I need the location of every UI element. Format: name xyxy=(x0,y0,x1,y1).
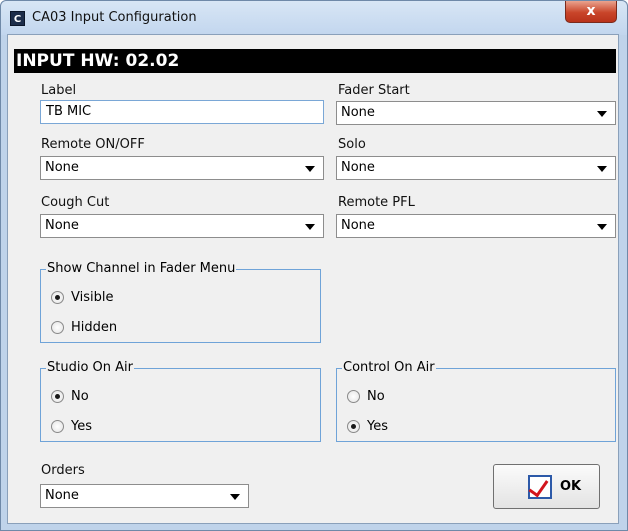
show-channel-title: Show Channel in Fader Menu xyxy=(46,261,237,277)
cough-cut-select[interactable]: None xyxy=(40,214,324,238)
show-channel-group: Show Channel in Fader Menu Visible Hidde… xyxy=(40,261,321,343)
radio-button-icon[interactable] xyxy=(51,321,64,334)
radio-control-no-label[interactable]: No xyxy=(367,388,385,406)
remote-pfl-value: None xyxy=(341,218,375,233)
checkmark-icon xyxy=(528,475,552,499)
cough-cut-caption: Cough Cut xyxy=(41,195,110,210)
remote-onoff-value: None xyxy=(45,160,79,175)
chevron-down-icon[interactable] xyxy=(305,166,315,172)
solo-select[interactable]: None xyxy=(336,156,616,180)
radio-visible-label[interactable]: Visible xyxy=(71,289,113,307)
chevron-down-icon[interactable] xyxy=(597,224,607,230)
cough-cut-value: None xyxy=(45,218,79,233)
window-title: CA03 Input Configuration xyxy=(32,10,197,25)
remote-pfl-caption: Remote PFL xyxy=(338,195,415,210)
orders-caption: Orders xyxy=(41,463,85,478)
solo-value: None xyxy=(341,160,375,175)
solo-caption: Solo xyxy=(338,137,366,152)
ok-button-label: OK xyxy=(560,479,582,494)
input-header: INPUT HW: 02.02 xyxy=(14,49,616,73)
remote-onoff-select[interactable]: None xyxy=(40,156,324,180)
radio-hidden-label[interactable]: Hidden xyxy=(71,319,117,337)
studio-on-air-title: Studio On Air xyxy=(46,360,134,376)
title-bar[interactable]: C CA03 Input Configuration x xyxy=(1,1,627,35)
radio-studio-no-label[interactable]: No xyxy=(71,388,89,406)
orders-value: None xyxy=(45,488,79,503)
control-on-air-title: Control On Air xyxy=(342,360,436,376)
app-icon: C xyxy=(10,11,25,26)
radio-button-icon[interactable] xyxy=(347,420,360,433)
label-caption: Label xyxy=(41,83,77,98)
radio-button-icon[interactable] xyxy=(51,420,64,433)
studio-on-air-group: Studio On Air No Yes xyxy=(40,360,321,442)
control-on-air-group: Control On Air No Yes xyxy=(336,360,616,442)
chevron-down-icon[interactable] xyxy=(597,166,607,172)
chevron-down-icon[interactable] xyxy=(597,111,607,117)
chevron-down-icon[interactable] xyxy=(305,224,315,230)
remote-pfl-select[interactable]: None xyxy=(336,214,616,238)
ok-button[interactable]: OK xyxy=(493,464,600,509)
remote-onoff-caption: Remote ON/OFF xyxy=(41,137,145,152)
label-input[interactable]: TB MIC xyxy=(40,100,324,124)
radio-control-yes-label[interactable]: Yes xyxy=(367,418,388,436)
radio-studio-yes-label[interactable]: Yes xyxy=(71,418,92,436)
fader-start-caption: Fader Start xyxy=(338,83,410,98)
radio-button-icon[interactable] xyxy=(347,390,360,403)
close-icon: x xyxy=(586,3,596,19)
chevron-down-icon[interactable] xyxy=(230,494,240,500)
radio-button-icon[interactable] xyxy=(51,291,64,304)
orders-select[interactable]: None xyxy=(40,484,249,508)
fader-start-value: None xyxy=(341,105,375,120)
radio-button-icon[interactable] xyxy=(51,390,64,403)
close-button[interactable]: x xyxy=(565,1,617,23)
fader-start-select[interactable]: None xyxy=(336,101,616,125)
